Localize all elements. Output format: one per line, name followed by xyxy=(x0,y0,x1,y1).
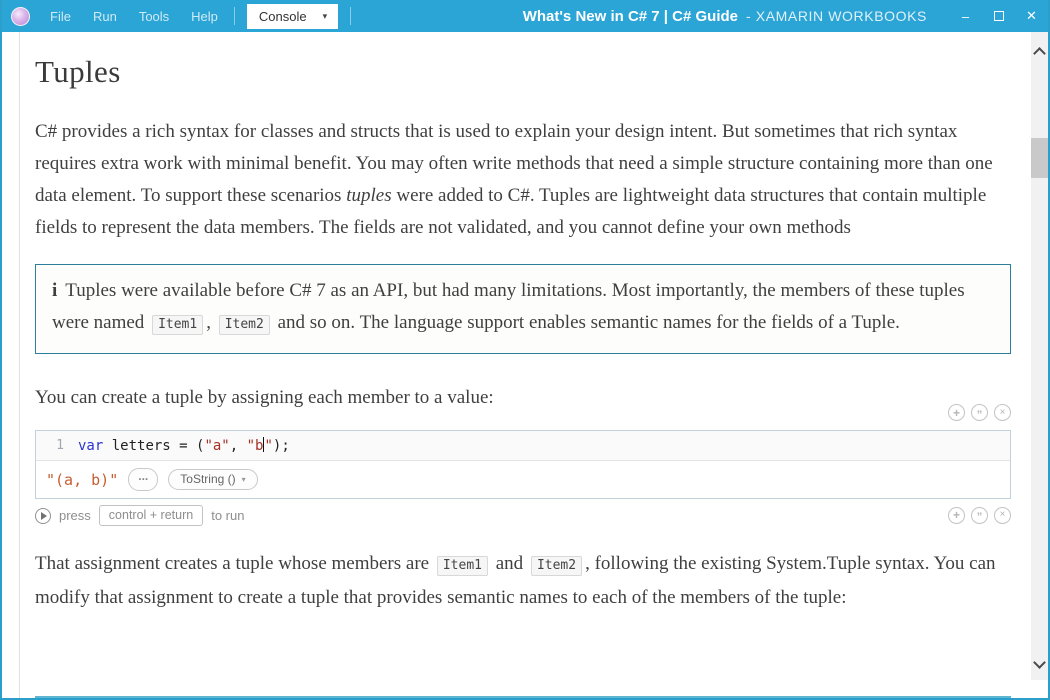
menu-file[interactable]: File xyxy=(39,9,82,24)
scrollbar-thumb[interactable] xyxy=(1031,138,1048,178)
xamarin-workbooks-logo-icon xyxy=(11,7,30,26)
inline-code-item1: Item1 xyxy=(437,556,488,576)
representation-dropdown[interactable]: ToString () ▾ xyxy=(168,469,257,490)
code-editor[interactable]: 1 var letters = ("a", "b"); xyxy=(36,431,1010,461)
note-callout: iTuples were available before C# 7 as an… xyxy=(35,264,1011,354)
workbook-page: Tuples C# provides a rich syntax for cla… xyxy=(20,32,1031,698)
keyboard-shortcut: control + return xyxy=(99,505,203,526)
cell-footer: press control + return to run + ” × xyxy=(35,505,1011,526)
console-dropdown[interactable]: Console ▾ xyxy=(247,4,338,29)
delete-cell-icon[interactable]: × xyxy=(994,507,1011,524)
code-token: ); xyxy=(273,438,290,454)
left-gutter xyxy=(2,32,20,698)
menu-run[interactable]: Run xyxy=(82,9,128,24)
line-number: 1 xyxy=(46,438,64,453)
next-cell-top-border xyxy=(35,696,1011,698)
info-icon: i xyxy=(52,280,57,301)
inline-code-item2: Item2 xyxy=(219,315,270,335)
window-controls: – ✕ xyxy=(949,0,1048,32)
hint-text: press xyxy=(59,508,91,523)
representation-label: ToString () xyxy=(180,472,235,486)
menu-tools[interactable]: Tools xyxy=(128,9,180,24)
code-token: , xyxy=(230,438,247,454)
titlebar-separator xyxy=(234,7,235,25)
intro-paragraph: C# provides a rich syntax for classes an… xyxy=(35,116,1011,244)
inline-code-item1: Item1 xyxy=(152,315,203,335)
minimize-button[interactable]: – xyxy=(949,0,982,32)
add-cell-icon[interactable]: + xyxy=(948,507,965,524)
paragraph-text: That assignment creates a tuple whose me… xyxy=(35,553,434,574)
expand-result-button[interactable]: ... xyxy=(128,468,158,491)
code-cell: 1 var letters = ("a", "b"); "(a, b)" ...… xyxy=(35,430,1011,499)
workbooks-window: File Run Tools Help Console ▾ What's New… xyxy=(0,0,1050,700)
play-icon xyxy=(41,512,47,520)
quote-cell-icon[interactable]: ” xyxy=(971,507,988,524)
quote-cell-icon[interactable]: ” xyxy=(971,404,988,421)
window-body: Tuples C# provides a rich syntax for cla… xyxy=(2,32,1048,698)
cell-actions-bottom: + ” × xyxy=(948,507,1011,525)
inline-code-item2: Item2 xyxy=(531,556,582,576)
paragraph-text: and xyxy=(491,553,528,574)
code-token: letters = ( xyxy=(103,438,204,454)
note-text: , xyxy=(206,312,216,333)
result-row: "(a, b)" ... ToString () ▾ xyxy=(36,461,1010,498)
page-title: Tuples xyxy=(35,54,1011,90)
string-token: "b xyxy=(247,438,264,454)
string-token: "a" xyxy=(204,438,229,454)
menu-help[interactable]: Help xyxy=(180,9,229,24)
window-title: What's New in C# 7 | C# Guide - XAMARIN W… xyxy=(523,8,927,25)
run-button[interactable] xyxy=(35,508,51,524)
titlebar: File Run Tools Help Console ▾ What's New… xyxy=(2,0,1048,32)
close-button[interactable]: ✕ xyxy=(1015,0,1048,32)
keyword-token: var xyxy=(78,438,103,454)
result-value: "(a, b)" xyxy=(46,471,118,489)
note-text: and so on. The language support enables … xyxy=(273,312,900,333)
run-hint: press control + return to run xyxy=(35,505,244,526)
maximize-icon xyxy=(994,11,1004,21)
chevron-down-icon: ▾ xyxy=(242,475,246,484)
add-cell-icon[interactable]: + xyxy=(948,404,965,421)
emphasized-text: tuples xyxy=(346,185,391,206)
scrollbar xyxy=(1031,32,1048,698)
string-token: " xyxy=(264,438,272,454)
hint-text: to run xyxy=(211,508,244,523)
console-dropdown-value: Console xyxy=(259,9,307,24)
document-title: What's New in C# 7 | C# Guide xyxy=(523,8,738,25)
chevron-down-icon: ▾ xyxy=(323,11,328,22)
app-name: - XAMARIN WORKBOOKS xyxy=(746,8,927,24)
minimize-icon: – xyxy=(962,9,969,24)
followup-paragraph: That assignment creates a tuple whose me… xyxy=(35,548,1011,614)
code-line: var letters = ("a", "b"); xyxy=(78,437,290,454)
scrollbar-track[interactable] xyxy=(1031,32,1048,680)
delete-cell-icon[interactable]: × xyxy=(994,404,1011,421)
close-icon: ✕ xyxy=(1026,8,1037,24)
titlebar-separator xyxy=(350,7,351,25)
maximize-button[interactable] xyxy=(982,0,1015,32)
